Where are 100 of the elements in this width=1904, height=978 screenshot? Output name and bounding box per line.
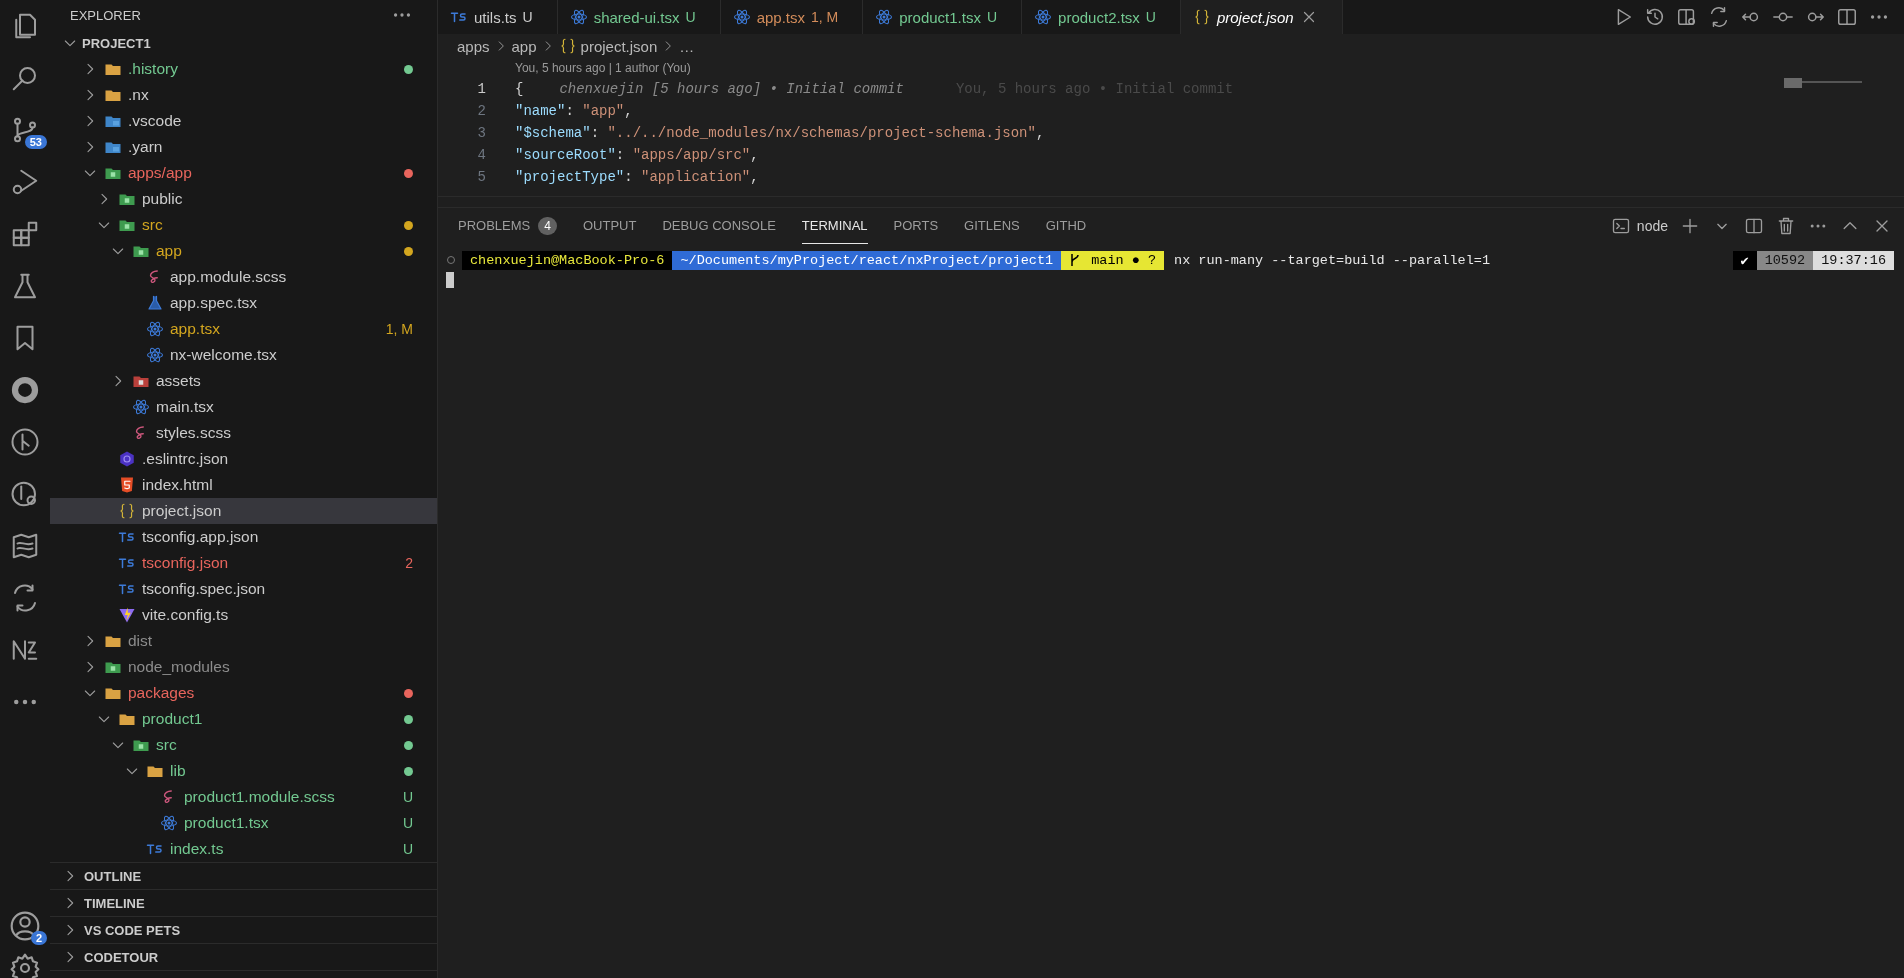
tree-item[interactable]: .yarn <box>50 134 437 160</box>
atom-icon <box>569 8 588 26</box>
file-name: dist <box>128 632 153 650</box>
prompt-path: ~/Documents/myProject/react/nxProject/project1 <box>672 250 1062 270</box>
panel-tab[interactable]: GITLENS <box>964 208 1020 244</box>
panel-tab[interactable]: OUTPUT <box>582 208 637 244</box>
tree-item[interactable]: node_modules <box>50 654 437 680</box>
tree-item[interactable]: src <box>50 732 437 758</box>
tree-item[interactable]: index.ts U <box>50 836 437 862</box>
tree-item[interactable]: app.spec.tsx <box>50 290 437 316</box>
branch-icon <box>1069 253 1082 267</box>
panel-tab[interactable]: PORTS <box>893 208 939 244</box>
atom-icon <box>146 346 164 364</box>
tree-item[interactable]: project.json <box>50 498 437 524</box>
tree-item[interactable]: .history <box>50 56 437 82</box>
prompt-branch: main ● ? <box>1061 250 1165 270</box>
tree-item[interactable]: tsconfig.json 2 <box>50 550 437 576</box>
section-header[interactable]: TIMELINE <box>50 890 437 917</box>
braces-icon <box>118 502 136 520</box>
line-number: 2 <box>476 103 486 119</box>
file-name: apps/app <box>128 164 192 182</box>
html-icon <box>118 476 136 494</box>
editor-tab[interactable]: app.tsx 1, M <box>720 0 864 34</box>
tree-item[interactable]: assets <box>50 368 437 394</box>
file-name: tsconfig.json <box>142 554 229 572</box>
tree-item[interactable]: .vscode <box>50 108 437 134</box>
panel-tab[interactable]: DEBUG CONSOLE <box>662 208 776 244</box>
tree-item[interactable]: lib <box>50 758 437 784</box>
tree-item[interactable]: app <box>50 238 437 264</box>
split-icon[interactable] <box>1744 216 1764 236</box>
file-name: .nx <box>128 86 149 104</box>
hexagon-icon <box>118 450 136 468</box>
line-number: 4 <box>476 147 486 163</box>
map-icon[interactable] <box>10 531 40 561</box>
tree-item[interactable]: tsconfig.app.json <box>50 524 437 550</box>
process-id: 10592 <box>1756 250 1814 270</box>
breadcrumb-item[interactable]: project.json <box>580 37 658 55</box>
terminal-cursor <box>446 272 454 288</box>
preview-icon[interactable] <box>1676 6 1698 28</box>
tree-item[interactable]: vite.config.ts <box>50 602 437 628</box>
git-status: 1, M <box>385 321 413 337</box>
editor-tab[interactable]: project.json <box>1180 0 1343 34</box>
atom-icon <box>732 8 751 26</box>
editor-tab[interactable]: product2.tsx U <box>1022 0 1181 34</box>
file-name: vite.config.ts <box>142 606 229 624</box>
section-header[interactable]: VS CODE PETS <box>50 917 437 944</box>
terminal-selector[interactable]: node <box>1610 216 1668 236</box>
code-line: "$schema": "../../node_modules/nx/schemas/project-schema.json", <box>515 125 1045 141</box>
file-name: .history <box>128 60 178 78</box>
account-icon[interactable] <box>9 910 41 942</box>
tree-item[interactable]: public <box>50 186 437 212</box>
tree-item[interactable]: main.tsx <box>50 394 437 420</box>
minimap[interactable] <box>1784 76 1864 90</box>
breadcrumb-item[interactable]: app <box>511 37 537 55</box>
panel-tab[interactable]: TERMINAL <box>801 208 868 244</box>
section-header[interactable]: CODETOUR <box>50 944 437 971</box>
file-name: product1 <box>142 710 203 728</box>
run-debug-icon[interactable] <box>10 167 40 197</box>
breadcrumb-item[interactable]: apps <box>457 37 490 55</box>
section-header[interactable]: OUTLINE <box>50 863 437 890</box>
tree-item[interactable]: nx-welcome.tsx <box>50 342 437 368</box>
tree-item[interactable]: tsconfig.spec.json <box>50 576 437 602</box>
split-editor-icon[interactable] <box>1836 6 1858 28</box>
tree-item[interactable]: app.tsx 1, M <box>50 316 437 342</box>
breadcrumb-item[interactable]: … <box>679 37 695 55</box>
tree-item[interactable]: packages <box>50 680 437 706</box>
tree-item[interactable]: styles.scss <box>50 420 437 446</box>
file-name: .vscode <box>128 112 182 130</box>
file-name: product1.module.scss <box>184 788 335 806</box>
panel-tab[interactable]: GITHD <box>1045 208 1087 244</box>
file-name: app.spec.tsx <box>170 294 258 312</box>
panel-tab[interactable]: PROBLEMS 4 <box>458 208 557 244</box>
plus-icon[interactable] <box>1680 216 1700 236</box>
codelens-text[interactable]: You, 5 hours ago | 1 author (You) <box>515 61 691 75</box>
ring-icon[interactable] <box>10 375 40 405</box>
git-status: U <box>402 789 413 805</box>
editor-tab[interactable]: product1.tsx U <box>863 0 1023 34</box>
tree-root-header[interactable]: PROJECT1 <box>50 30 437 56</box>
tree-item[interactable]: apps/app <box>50 160 437 186</box>
editor-tab[interactable]: utils.ts U <box>438 0 558 34</box>
tree-item[interactable]: .eslintrc.json <box>50 446 437 472</box>
tree-item[interactable]: product1.module.scss U <box>50 784 437 810</box>
tree-item[interactable]: src <box>50 212 437 238</box>
editor-tab[interactable]: shared-ui.tsx U <box>557 0 721 34</box>
tree-item[interactable]: index.html <box>50 472 437 498</box>
settings-icon[interactable] <box>9 952 41 978</box>
atom-icon <box>1034 8 1053 26</box>
file-name: src <box>156 736 177 754</box>
tree-item[interactable]: product1 <box>50 706 437 732</box>
atom-icon <box>146 320 164 338</box>
extensions-icon[interactable] <box>10 219 40 249</box>
atom-icon <box>160 814 178 832</box>
tree-item[interactable]: app.module.scss <box>50 264 437 290</box>
history-icon[interactable] <box>1644 6 1666 28</box>
trash-icon[interactable] <box>1776 216 1796 236</box>
tree-item[interactable]: .nx <box>50 82 437 108</box>
file-name: main.tsx <box>156 398 214 416</box>
tree-item[interactable]: dist <box>50 628 437 654</box>
file-name: assets <box>156 372 201 390</box>
tree-item[interactable]: product1.tsx U <box>50 810 437 836</box>
